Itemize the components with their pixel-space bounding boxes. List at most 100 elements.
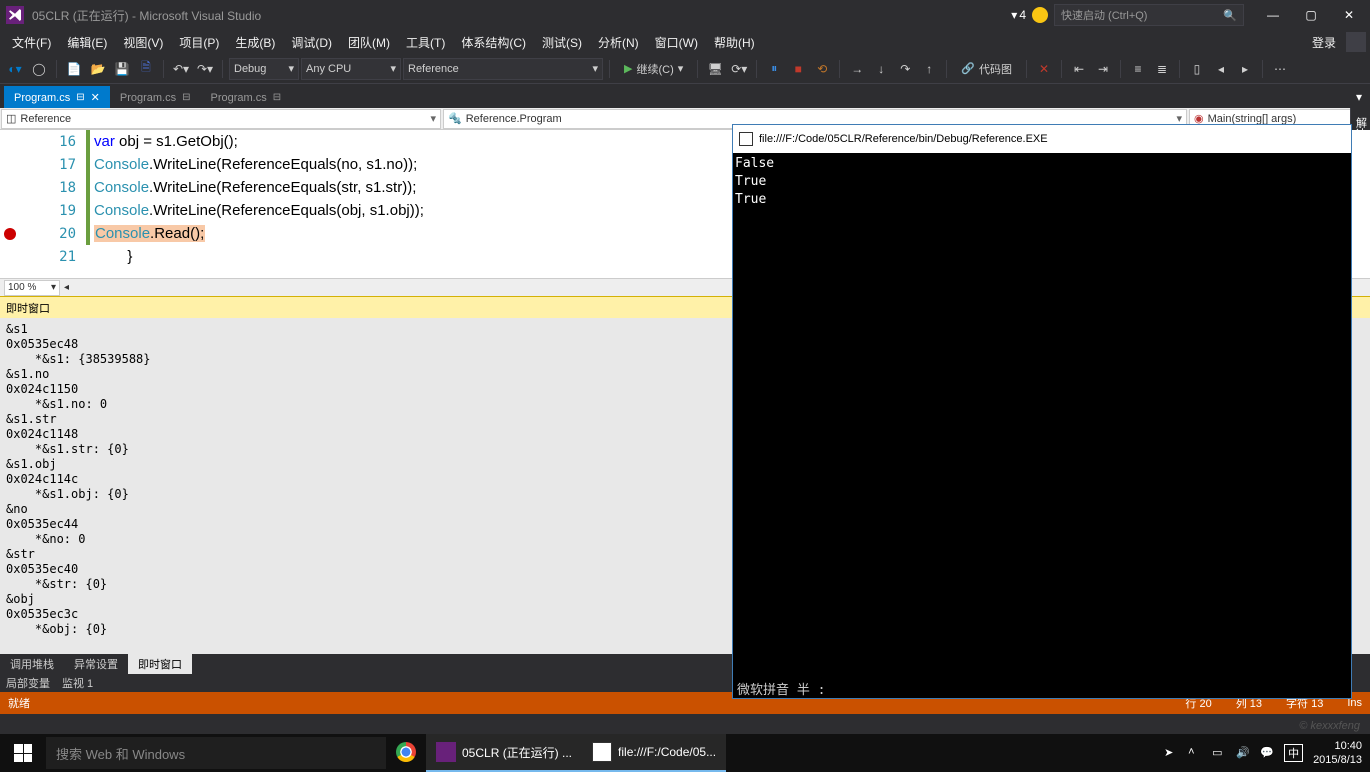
menu-调试(D)[interactable]: 调试(D) [283, 32, 340, 53]
document-tabs: Program.cs⊟✕Program.cs⊟Program.cs⊟ ▾ [0, 84, 1370, 108]
window-title: 05CLR (正在运行) - Microsoft Visual Studio [32, 7, 1011, 24]
open-file-icon[interactable]: 📂 [87, 58, 109, 80]
console-output: False True True [733, 153, 1351, 678]
hex-toggle-icon[interactable]: ✕ [1033, 58, 1055, 80]
menu-项目(P)[interactable]: 项目(P) [171, 32, 227, 53]
system-tray[interactable]: ➤ ˄ ▭ 🔊 💬 中 10:40 2015/8/13 [1156, 739, 1370, 767]
pin-icon[interactable]: ⊟ [273, 92, 281, 103]
menu-工具(T)[interactable]: 工具(T) [398, 32, 453, 53]
battery-icon[interactable]: ▭ [1212, 746, 1226, 760]
notification-flag[interactable]: ▾4 [1011, 8, 1026, 22]
bookmark-icon[interactable]: ▯ [1186, 58, 1208, 80]
console-ime-bar: 微软拼音 半 : [733, 678, 1351, 698]
search-icon: 🔍 [1223, 9, 1237, 22]
menu-测试(S)[interactable]: 测试(S) [534, 32, 590, 53]
doc-tab-2[interactable]: Program.cs⊟ [201, 86, 292, 108]
h-scroll-left-icon[interactable]: ◂ [64, 282, 69, 293]
close-button[interactable]: ✕ [1334, 5, 1364, 25]
menu-bar: 文件(F)编辑(E)视图(V)项目(P)生成(B)调试(D)团队(M)工具(T)… [0, 30, 1370, 54]
indent-right-icon[interactable]: ⇥ [1092, 58, 1114, 80]
feedback-smiley-icon[interactable] [1032, 7, 1048, 23]
config-combo[interactable]: Debug▾ [229, 58, 299, 80]
line-number: 17 [0, 153, 86, 176]
pause-button[interactable]: ⏸ [763, 58, 785, 80]
change-indicator [86, 153, 90, 176]
undo-button[interactable]: ↶▾ [170, 58, 192, 80]
stop-button[interactable]: ■ [787, 58, 809, 80]
start-button[interactable] [0, 734, 46, 772]
zoom-combo[interactable]: 100 %▾ [4, 280, 60, 296]
menu-视图(V)[interactable]: 视图(V) [115, 32, 171, 53]
platform-combo[interactable]: Any CPU▾ [301, 58, 401, 80]
maximize-button[interactable]: ▢ [1296, 5, 1326, 25]
nav-back-button[interactable]: ◐▾ [4, 58, 26, 80]
quick-launch-input[interactable]: 快速启动 (Ctrl+Q) 🔍 [1054, 4, 1244, 26]
tab-callstack[interactable]: 调用堆栈 [0, 654, 64, 674]
bookmark-nav-icon[interactable]: ◂ [1210, 58, 1232, 80]
code-map-button[interactable]: 🔗代码图 [953, 58, 1020, 80]
avatar-icon[interactable] [1346, 32, 1366, 52]
breakpoint-icon[interactable] [4, 228, 16, 240]
close-icon[interactable]: ✕ [91, 91, 100, 104]
console-icon [592, 742, 612, 762]
vs-logo-icon [6, 6, 24, 24]
project-nav-combo[interactable]: ◫Reference▾ [1, 109, 441, 129]
tab-list-dropdown[interactable]: ▾ [1348, 86, 1370, 108]
menu-团队(M)[interactable]: 团队(M) [340, 32, 398, 53]
menu-帮助(H)[interactable]: 帮助(H) [706, 32, 763, 53]
taskbar-app-vs[interactable]: 05CLR (正在运行) ... [426, 734, 582, 772]
ime-indicator[interactable]: 中 [1284, 744, 1303, 762]
step-over-button[interactable]: ↷ [894, 58, 916, 80]
restart-button[interactable]: ⟲ [811, 58, 833, 80]
continue-button[interactable]: ▶继续(C)▾ [616, 58, 691, 80]
console-title-bar[interactable]: file:///F:/Code/05CLR/Reference/bin/Debu… [733, 125, 1351, 153]
minimize-button[interactable]: — [1258, 5, 1288, 25]
status-ready: 就绪 [8, 695, 30, 711]
browser-icon[interactable]: 🖥 [704, 58, 726, 80]
menu-体系结构(C)[interactable]: 体系结构(C) [453, 32, 534, 53]
clock[interactable]: 10:40 2015/8/13 [1313, 739, 1362, 767]
startup-project-combo[interactable]: Reference▾ [403, 58, 603, 80]
reload-icon[interactable]: ⟳▾ [728, 58, 750, 80]
tab-exceptions[interactable]: 异常设置 [64, 654, 128, 674]
cortana-search-input[interactable]: 搜索 Web 和 Windows [46, 737, 386, 769]
console-window[interactable]: file:///F:/Code/05CLR/Reference/bin/Debu… [732, 124, 1352, 699]
watermark: © kexxxfeng [1299, 720, 1360, 732]
uncomment-icon[interactable]: ≣ [1151, 58, 1173, 80]
vs-icon [436, 742, 456, 762]
step-into-button[interactable]: ↓ [870, 58, 892, 80]
pin-icon[interactable]: ⊟ [76, 92, 84, 103]
watch1-panel-label[interactable]: 监视 1 [62, 675, 93, 691]
pin-icon[interactable]: ⊟ [182, 92, 190, 103]
menu-生成(B)[interactable]: 生成(B) [227, 32, 283, 53]
menu-窗口(W)[interactable]: 窗口(W) [647, 32, 706, 53]
step-out-button[interactable]: ↑ [918, 58, 940, 80]
notifications-icon[interactable]: 💬 [1260, 746, 1274, 760]
sign-in-link[interactable]: 登录 [1306, 32, 1342, 53]
bookmark-nav2-icon[interactable]: ▸ [1234, 58, 1256, 80]
more-icon[interactable]: ⋯ [1269, 58, 1291, 80]
taskbar-app-console[interactable]: file:///F:/Code/05... [582, 734, 726, 772]
volume-icon[interactable]: 🔊 [1236, 746, 1250, 760]
console-app-icon [739, 132, 753, 146]
menu-分析(N)[interactable]: 分析(N) [590, 32, 647, 53]
line-number: 21 [0, 245, 86, 268]
show-next-stmt-icon[interactable]: → [846, 58, 868, 80]
doc-tab-0[interactable]: Program.cs⊟✕ [4, 86, 110, 108]
nav-fwd-button[interactable]: ◯ [28, 58, 50, 80]
tab-immediate[interactable]: 即时窗口 [128, 654, 192, 674]
indent-left-icon[interactable]: ⇤ [1068, 58, 1090, 80]
locals-panel-label[interactable]: 局部变量 [6, 675, 50, 691]
comment-icon[interactable]: ≡ [1127, 58, 1149, 80]
save-all-icon[interactable]: 🗎 [135, 58, 157, 80]
menu-编辑(E)[interactable]: 编辑(E) [59, 32, 115, 53]
chrome-icon [396, 742, 416, 762]
doc-tab-1[interactable]: Program.cs⊟ [110, 86, 201, 108]
tray-up-icon[interactable]: ˄ [1188, 746, 1202, 760]
taskbar-app-chrome[interactable] [386, 734, 426, 772]
new-file-icon[interactable]: 📄 [63, 58, 85, 80]
location-icon[interactable]: ➤ [1164, 746, 1178, 760]
menu-文件(F)[interactable]: 文件(F) [4, 32, 59, 53]
redo-button[interactable]: ↷▾ [194, 58, 216, 80]
save-icon[interactable]: 💾 [111, 58, 133, 80]
